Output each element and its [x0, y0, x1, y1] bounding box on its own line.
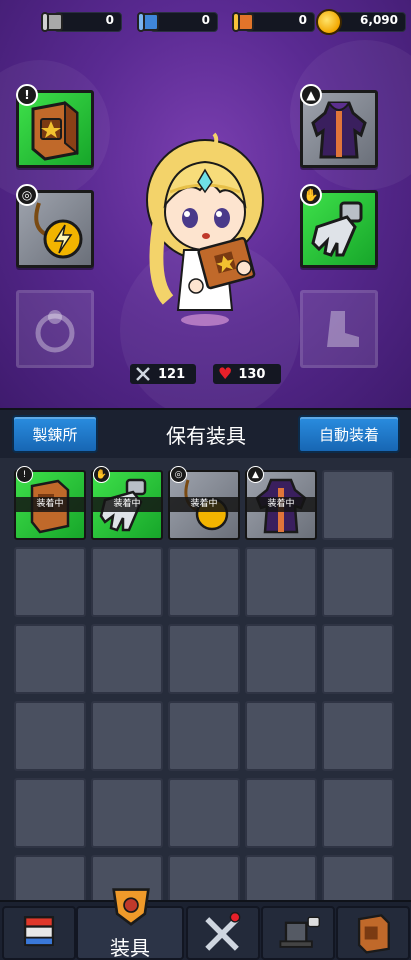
inventory-slot-empty[interactable] [245, 547, 317, 617]
attack-value: 121 [158, 366, 186, 382]
equipped-badge: 装着中 [93, 497, 161, 512]
orange-scroll-icon [232, 12, 254, 32]
currency-value: 0 [298, 13, 307, 27]
inventory-slot-empty[interactable] [14, 624, 86, 694]
bottom-nav: 装具 [0, 888, 411, 960]
glove-tag-icon: ✋ [300, 184, 322, 206]
grey-scroll-icon [41, 12, 63, 32]
inventory-slot-empty[interactable] [91, 624, 163, 694]
currency-coin: 6,090 [316, 9, 406, 35]
nav-book[interactable] [336, 906, 410, 960]
nav-equipment[interactable]: 装具 [76, 888, 184, 960]
weapon-tag-icon: ! [16, 84, 38, 106]
necklace-tag-icon: ◎ [16, 184, 38, 206]
inventory-slot-empty[interactable] [91, 547, 163, 617]
inventory-slot-empty[interactable] [14, 778, 86, 848]
inventory-title: 保有装具 [166, 424, 246, 448]
inventory-slot-empty[interactable] [14, 855, 86, 900]
inventory-slot-empty[interactable] [14, 701, 86, 771]
armor-tag-icon: ▲ [247, 466, 264, 483]
currency-grey-scroll: 0 [40, 9, 122, 35]
boot-icon [327, 311, 359, 347]
attack-stat: 121 [130, 364, 196, 384]
inventory-slot-empty[interactable] [14, 547, 86, 617]
book-icon [357, 914, 390, 954]
equipment-shield-icon [112, 888, 150, 926]
inventory-slot-empty[interactable] [322, 778, 394, 848]
hat-lock-icon [279, 916, 320, 948]
coin-icon [316, 9, 342, 35]
inventory-slot-empty[interactable] [322, 624, 394, 694]
inventory-slot-empty[interactable] [245, 701, 317, 771]
nav-battle[interactable] [186, 906, 260, 960]
inventory-slot-empty[interactable] [168, 624, 240, 694]
inventory-slot-empty[interactable] [168, 701, 240, 771]
nav-locked[interactable] [261, 906, 335, 960]
currency-blue-scroll: 0 [136, 9, 218, 35]
inventory-slot-empty[interactable] [322, 470, 394, 540]
heart-icon: ♥ [218, 364, 233, 383]
character-avatar [146, 132, 264, 326]
inventory-grid: 装着中 ! 装着中 ✋ 装着中 ◎ 装着中 ▲ [0, 458, 411, 900]
inventory-slot-empty[interactable] [168, 778, 240, 848]
inventory-slot-empty[interactable] [322, 547, 394, 617]
forge-button[interactable]: 製錬所 [12, 415, 98, 453]
battle-swords-icon [205, 911, 241, 951]
glove-tag-icon: ✋ [93, 466, 110, 483]
hp-stat: ♥ 130 [213, 364, 281, 384]
currency-value: 0 [105, 13, 114, 27]
inventory-slot-empty[interactable] [245, 855, 317, 900]
equipped-badge: 装着中 [170, 497, 238, 512]
blue-scroll-icon [137, 12, 159, 32]
inventory-slot-empty[interactable] [245, 778, 317, 848]
hp-value: 130 [238, 366, 266, 382]
inventory-slot-empty[interactable] [91, 701, 163, 771]
inventory-slot-empty[interactable] [322, 701, 394, 771]
shop-icon [23, 916, 55, 947]
armor-tag-icon: ▲ [300, 84, 322, 106]
swords-icon [136, 367, 150, 381]
character-panel: 0 0 0 6,090 ! ◎ ▲ ✋ 121 ♥ 130 [0, 0, 411, 408]
slot-boots-empty[interactable] [300, 290, 378, 368]
inventory-slot-empty[interactable] [245, 624, 317, 694]
equipped-badge: 装着中 [16, 497, 84, 512]
currency-value: 6,090 [360, 13, 398, 27]
inventory-slot-empty[interactable] [91, 778, 163, 848]
inventory-slot-empty[interactable] [322, 855, 394, 900]
inventory-slot-empty[interactable] [168, 855, 240, 900]
currency-value: 0 [201, 13, 210, 27]
ring-icon [35, 310, 75, 353]
nav-shop[interactable] [2, 906, 76, 960]
auto-equip-button[interactable]: 自動装着 [298, 415, 400, 453]
equipped-badge: 装着中 [247, 497, 315, 512]
necklace-tag-icon: ◎ [170, 466, 187, 483]
currency-orange-scroll: 0 [231, 9, 315, 35]
slot-ring-empty[interactable] [16, 290, 94, 368]
nav-equipment-label: 装具 [110, 936, 150, 960]
inventory-header: 製錬所 保有装具 自動装着 [0, 408, 411, 458]
weapon-tag-icon: ! [16, 466, 33, 483]
inventory-slot-empty[interactable] [168, 547, 240, 617]
